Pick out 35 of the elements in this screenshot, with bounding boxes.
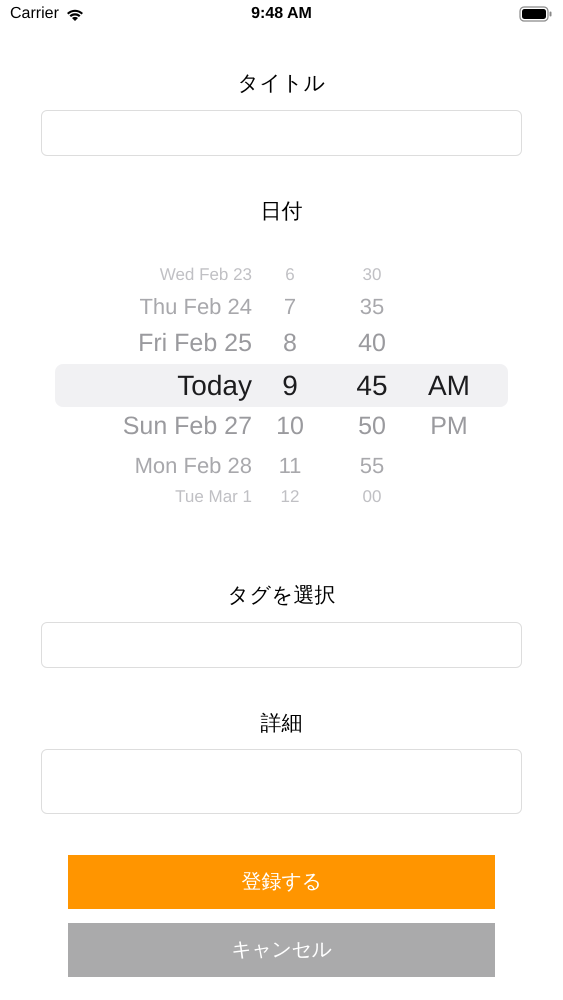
input-field[interactable] [41,622,522,668]
picker-minute[interactable]: 30 [328,262,416,288]
picker-hour[interactable]: 8 [252,325,328,363]
input-field[interactable] [41,749,522,814]
picker-minute[interactable]: 55 [328,448,416,482]
clock-time: 9:48 AM [251,4,312,24]
picker-hour[interactable]: 11 [252,448,328,482]
picker-date[interactable]: Tue Mar 1 [55,484,252,510]
field-label: 日付 [260,198,304,224]
picker-hour[interactable]: 9 [252,364,328,406]
picker-minute[interactable]: 35 [328,290,416,322]
carrier-label: Carrier [10,4,59,24]
cancel-button[interactable]: キャンセル [68,923,495,977]
picker-period[interactable]: PM [416,408,482,446]
battery-icon [519,6,553,22]
picker-minute[interactable]: 45 [328,364,416,406]
input-field[interactable] [41,110,522,156]
picker-period[interactable]: AM [416,364,482,406]
picker-date[interactable]: Today [55,364,252,406]
picker-hour[interactable]: 12 [252,484,328,510]
field-label: タイトル [236,71,326,97]
picker-date[interactable]: Sun Feb 27 [55,408,252,446]
picker-date[interactable]: Wed Feb 23 [55,262,252,288]
picker-date[interactable]: Thu Feb 24 [55,290,252,322]
picker-date[interactable]: Mon Feb 28 [55,448,252,482]
picker-minute[interactable]: 40 [328,325,416,363]
picker-hour[interactable]: 10 [252,408,328,446]
picker-minute[interactable]: 50 [328,408,416,446]
register-button[interactable]: 登録する [68,855,495,909]
picker-date[interactable]: Fri Feb 25 [55,325,252,363]
field-label: タグを選択 [226,583,336,609]
picker-hour[interactable]: 7 [252,290,328,322]
picker-minute[interactable]: 00 [328,484,416,510]
field-label: 詳細 [260,710,304,736]
picker-hour[interactable]: 6 [252,262,328,288]
